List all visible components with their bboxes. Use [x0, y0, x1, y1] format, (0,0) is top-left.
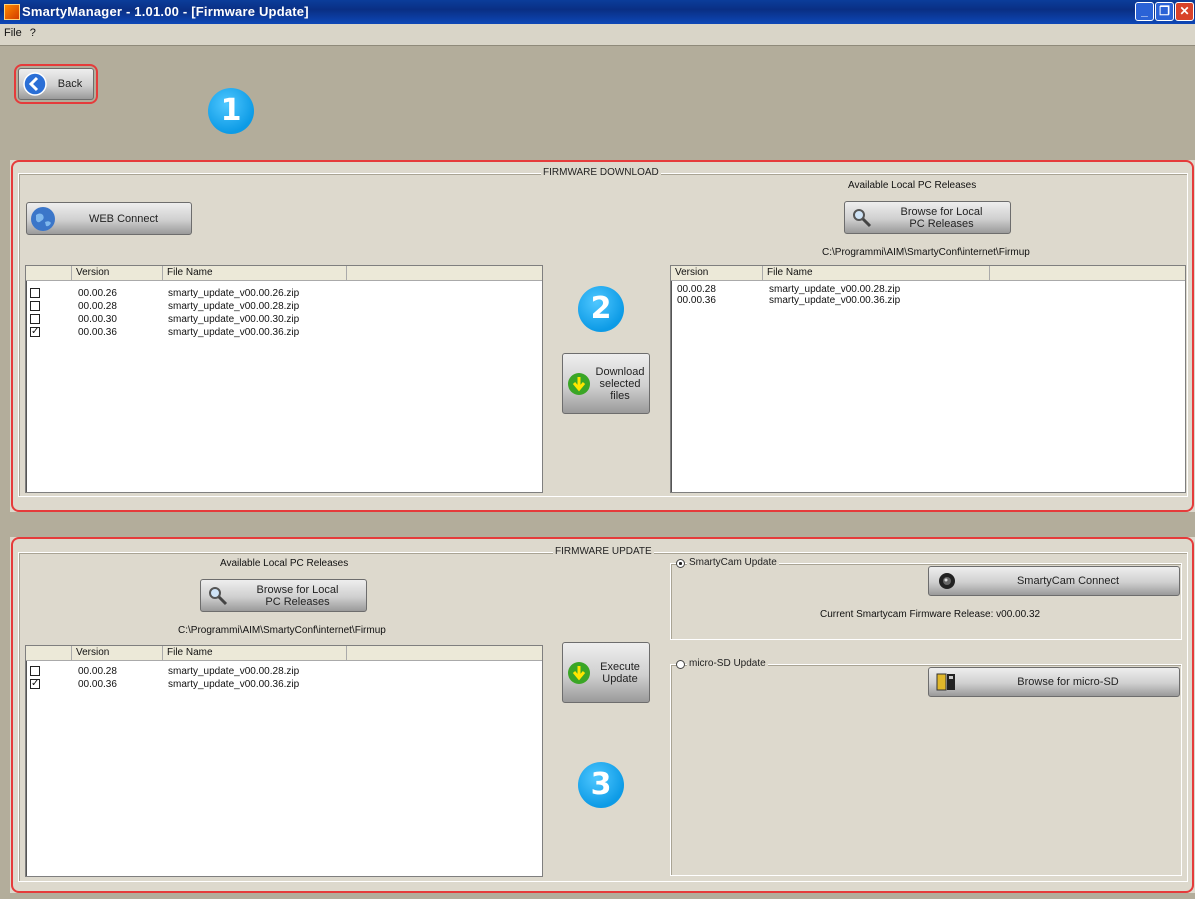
download-selected-button[interactable]: Download selected files: [562, 353, 650, 414]
minimize-button[interactable]: _: [1135, 2, 1154, 21]
row-version: 00.00.36: [78, 327, 117, 338]
checkbox-column-header: [26, 266, 72, 280]
smartycam-radio-label[interactable]: SmartyCam Update: [687, 557, 779, 568]
browse-microsd-button[interactable]: Browse for micro-SD: [928, 667, 1180, 697]
camera-icon: [939, 573, 955, 589]
row-version: 00.00.26: [78, 288, 117, 299]
row-filename: smarty_update_v00.00.36.zip: [168, 679, 300, 690]
update-group-title: FIRMWARE UPDATE: [553, 546, 654, 557]
execute-update-button[interactable]: Execute Update: [562, 642, 650, 703]
list-item[interactable]: ✓ 00.00.36 smarty_update_v00.00.36.zip: [26, 326, 542, 339]
step-1-badge: 1: [208, 88, 254, 134]
row-version: 00.00.28: [78, 301, 117, 312]
local-list-header: Version File Name: [671, 266, 1185, 281]
app-icon: [4, 4, 20, 20]
download-local-path: C:\Programmi\AIM\SmartyConf\internet\Fir…: [822, 247, 1030, 258]
row-filename: smarty_update_v00.00.28.zip: [168, 666, 300, 677]
list-item[interactable]: 00.00.26 smarty_update_v00.00.26.zip: [26, 287, 542, 300]
local-release-list[interactable]: Version File Name 00.00.28 smarty_update…: [670, 265, 1186, 493]
row-version: 00.00.30: [78, 314, 117, 325]
web-release-list[interactable]: Version File Name 00.00.26 smarty_update…: [25, 265, 543, 493]
smartycam-connect-button[interactable]: SmartyCam Connect: [928, 566, 1180, 596]
row-version: 00.00.36: [677, 295, 716, 306]
browse-microsd-label: Browse for micro-SD: [1017, 676, 1119, 688]
row-filename: smarty_update_v00.00.36.zip: [769, 295, 901, 306]
row-checkbox[interactable]: [30, 314, 40, 324]
close-button[interactable]: ✕: [1175, 2, 1194, 21]
row-filename: smarty_update_v00.00.30.zip: [168, 314, 300, 325]
row-checkbox-checked[interactable]: ✓: [30, 679, 40, 689]
magnifier-icon: [209, 586, 228, 605]
list-item[interactable]: 00.00.28 smarty_update_v00.00.28.zip: [26, 665, 542, 678]
version-column-header[interactable]: Version: [72, 266, 163, 280]
sd-card-icon: [936, 673, 955, 691]
browse-local-button[interactable]: Browse for Local PC Releases: [844, 201, 1011, 234]
version-column-header[interactable]: Version: [671, 266, 763, 280]
download-arrow-icon: [568, 372, 590, 395]
window-title: SmartyManager - 1.01.00 - [Firmware Upda…: [22, 4, 309, 19]
filename-column-header[interactable]: File Name: [163, 266, 347, 280]
menu-bar: File?: [0, 24, 1195, 46]
step-2-badge: 2: [578, 286, 624, 332]
row-version: 00.00.36: [78, 679, 117, 690]
smartycam-radio[interactable]: [676, 559, 685, 568]
update-browse-local-label: Browse for Local PC Releases: [256, 583, 339, 608]
current-release-text: Current Smartycam Firmware Release: v00.…: [820, 609, 1041, 620]
row-checkbox[interactable]: [30, 288, 40, 298]
back-label: Back: [57, 78, 83, 90]
version-column-header[interactable]: Version: [72, 646, 163, 660]
row-filename: smarty_update_v00.00.36.zip: [168, 327, 300, 338]
download-arrow-icon: [568, 661, 590, 684]
microsd-radio[interactable]: [676, 660, 685, 669]
filename-column-header[interactable]: File Name: [163, 646, 347, 660]
update-release-list[interactable]: Version File Name 00.00.28 smarty_update…: [25, 645, 543, 877]
back-button[interactable]: Back: [18, 68, 94, 100]
magnifier-icon: [853, 208, 872, 227]
download-group-title: FIRMWARE DOWNLOAD: [541, 167, 661, 178]
update-list-header: Version File Name: [26, 646, 542, 661]
list-item[interactable]: ✓ 00.00.36 smarty_update_v00.00.36.zip: [26, 678, 542, 691]
smartycam-connect-label: SmartyCam Connect: [1016, 575, 1120, 587]
web-connect-button[interactable]: WEB Connect: [26, 202, 192, 235]
list-item[interactable]: 00.00.28 smarty_update_v00.00.28.zip: [26, 300, 542, 313]
browse-local-label: Browse for Local PC Releases: [900, 205, 983, 230]
restore-button[interactable]: ❐: [1155, 2, 1174, 21]
title-bar: SmartyManager - 1.01.00 - [Firmware Upda…: [0, 0, 1195, 24]
row-version: 00.00.28: [78, 666, 117, 677]
row-checkbox-checked[interactable]: ✓: [30, 327, 40, 337]
download-local-title: Available Local PC Releases: [848, 180, 977, 191]
list-item[interactable]: 00.00.30 smarty_update_v00.00.30.zip: [26, 313, 542, 326]
execute-update-label: Execute Update: [600, 660, 640, 685]
list-item[interactable]: 00.00.36 smarty_update_v00.00.36.zip: [671, 294, 1185, 307]
download-selected-label: Download selected files: [595, 365, 645, 402]
row-filename: smarty_update_v00.00.26.zip: [168, 288, 300, 299]
update-local-path: C:\Programmi\AIM\SmartyConf\internet\Fir…: [178, 625, 386, 636]
menu-help[interactable]: ?: [26, 24, 40, 39]
microsd-radio-label[interactable]: micro-SD Update: [687, 658, 768, 669]
step-3-badge: 3: [578, 762, 624, 808]
row-filename: smarty_update_v00.00.28.zip: [168, 301, 300, 312]
web-list-header: Version File Name: [26, 266, 542, 281]
globe-icon: [31, 206, 55, 231]
row-checkbox[interactable]: [30, 666, 40, 676]
update-local-title: Available Local PC Releases: [220, 558, 349, 569]
row-checkbox[interactable]: [30, 301, 40, 311]
menu-file[interactable]: File: [0, 24, 26, 39]
web-connect-label: WEB Connect: [88, 212, 159, 225]
filename-column-header[interactable]: File Name: [763, 266, 990, 280]
update-browse-local-button[interactable]: Browse for Local PC Releases: [200, 579, 367, 612]
checkbox-column-header: [26, 646, 72, 660]
back-arrow-icon: [23, 72, 47, 96]
